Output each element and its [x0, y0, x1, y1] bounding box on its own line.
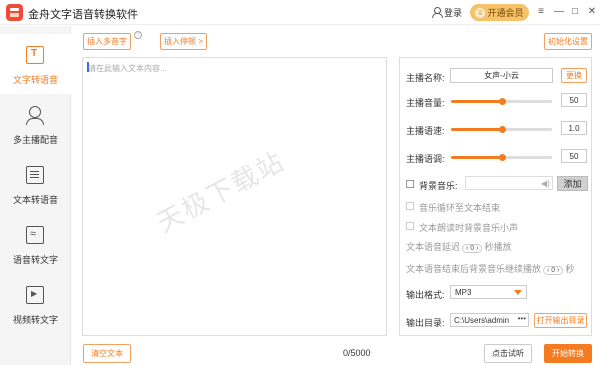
format-select[interactable]: MP3	[450, 285, 527, 299]
video-icon	[26, 286, 44, 304]
menu-icon[interactable]: ≡	[535, 6, 547, 18]
volume-slider[interactable]	[451, 98, 552, 105]
crown-icon: ♕	[475, 7, 486, 18]
minimize-icon[interactable]: —	[553, 6, 565, 18]
chevron-down-icon	[514, 290, 522, 295]
delay-stepper-value: 0	[470, 245, 475, 252]
continue-prefix: 文本语音结束后背景音乐继续播放	[406, 264, 542, 274]
bg-music-label: 背景音乐:	[419, 181, 458, 191]
close-icon[interactable]: ✕	[586, 6, 598, 18]
speed-slider-knob[interactable]	[498, 126, 506, 133]
volume-input[interactable]: 50	[561, 93, 587, 107]
start-convert-button[interactable]: 开始转换	[544, 344, 592, 363]
text-to-speech-icon	[26, 46, 44, 64]
output-dir-field[interactable]: C:\Users\admin •••	[450, 313, 529, 327]
lower-music-label: 文本朗读时背景音乐小声	[419, 223, 519, 233]
login-label: 登录	[444, 8, 463, 18]
vip-label: 开通会员	[487, 8, 524, 18]
sidebar-item-text-to-speech[interactable]: 文字转语音	[0, 34, 71, 94]
continue-row: 文本语音结束后背景音乐继续播放 ‹ 0 › 秒	[406, 262, 575, 275]
sidebar-item-speech-to-text[interactable]: 语音转文字	[0, 214, 71, 274]
login-button[interactable]: 登录	[432, 6, 462, 19]
loop-music-label: 音乐循环至文本结束	[419, 203, 501, 213]
reset-settings-button[interactable]: 初始化设置	[544, 33, 592, 50]
bg-music-checkbox[interactable]	[406, 180, 414, 188]
anchor-name-field: 女声-小云	[450, 68, 553, 83]
app-title: 金舟文字语音转换软件	[28, 9, 138, 21]
speed-input[interactable]: 1.0	[561, 121, 587, 135]
format-label: 输出格式:	[406, 290, 445, 300]
sidebar-item-label: 视频转文字	[12, 315, 58, 325]
pitch-slider-fill	[451, 156, 502, 159]
help-icon[interactable]: ?	[134, 31, 142, 39]
sidebar-item-label: 多主播配音	[12, 135, 58, 145]
speed-slider[interactable]	[451, 126, 552, 133]
speaker-icon: ◀)	[541, 179, 550, 188]
volume-slider-fill	[451, 100, 502, 103]
open-output-dir-button[interactable]: 打开输出目录	[534, 313, 587, 328]
editor-placeholder: 请在此输入文本内容...	[88, 64, 167, 73]
insert-pause-button[interactable]: 插入停顿 >	[160, 33, 207, 50]
continue-stepper-value: 0	[551, 267, 556, 274]
continue-suffix: 秒	[565, 264, 575, 274]
user-icon	[432, 7, 443, 18]
volume-label: 主播音量:	[406, 98, 445, 108]
lower-music-checkbox[interactable]	[406, 222, 414, 230]
char-counter: 0/5000	[343, 348, 371, 358]
output-dir-value: C:\Users\admin	[454, 315, 510, 325]
sidebar: 文字转语音 多主播配音 文本转语音 语音转文字 视频转文字	[0, 26, 71, 365]
maximize-icon[interactable]: □	[569, 6, 581, 18]
sidebar-item-label: 文本转语音	[12, 195, 58, 205]
anchor-label: 主播名称:	[406, 73, 445, 83]
pitch-slider-knob[interactable]	[498, 154, 506, 161]
change-anchor-button[interactable]: 更换	[561, 68, 587, 83]
pitch-slider[interactable]	[451, 154, 552, 161]
delay-row: 文本语音延迟 ‹ 0 › 秒播放	[406, 240, 512, 253]
bg-music-field[interactable]: ◀)	[465, 176, 553, 190]
speed-slider-fill	[451, 128, 502, 131]
loop-music-checkbox[interactable]	[406, 202, 414, 210]
sidebar-item-label: 文字转语音	[12, 75, 58, 85]
insert-polyphone-button[interactable]: 插入多音字	[83, 33, 131, 50]
delay-stepper[interactable]: ‹ 0 ›	[462, 244, 483, 253]
multi-speaker-icon	[26, 106, 44, 125]
output-dir-label: 输出目录:	[406, 318, 445, 328]
sidebar-item-label: 语音转文字	[12, 255, 58, 265]
sidebar-item-doc-to-speech[interactable]: 文本转语音	[0, 154, 71, 214]
pitch-label: 主播语调:	[406, 154, 445, 164]
sidebar-item-multi-speaker[interactable]: 多主播配音	[0, 94, 71, 154]
browse-icon[interactable]: •••	[518, 314, 526, 323]
preview-button[interactable]: 点击试听	[484, 344, 532, 363]
speech-to-text-icon	[26, 226, 44, 244]
title-bar: 金舟文字语音转换软件 登录 ♕ 开通会员 ≡ — □ ✕	[0, 0, 600, 25]
sidebar-item-video-to-text[interactable]: 视频转文字	[0, 274, 71, 334]
app-logo-icon	[6, 4, 23, 21]
speed-label: 主播语速:	[406, 126, 445, 136]
volume-slider-knob[interactable]	[498, 98, 506, 105]
format-select-value: MP3	[455, 287, 472, 297]
document-icon	[26, 166, 44, 184]
delay-prefix: 文本语音延迟	[406, 242, 461, 252]
add-music-button[interactable]: 添加	[557, 176, 588, 191]
delay-suffix: 秒播放	[484, 242, 512, 252]
clear-text-button[interactable]: 清空文本	[83, 344, 131, 363]
pitch-input[interactable]: 50	[561, 149, 587, 163]
vip-button[interactable]: ♕ 开通会员	[470, 4, 529, 21]
continue-stepper[interactable]: ‹ 0 ›	[543, 266, 564, 275]
